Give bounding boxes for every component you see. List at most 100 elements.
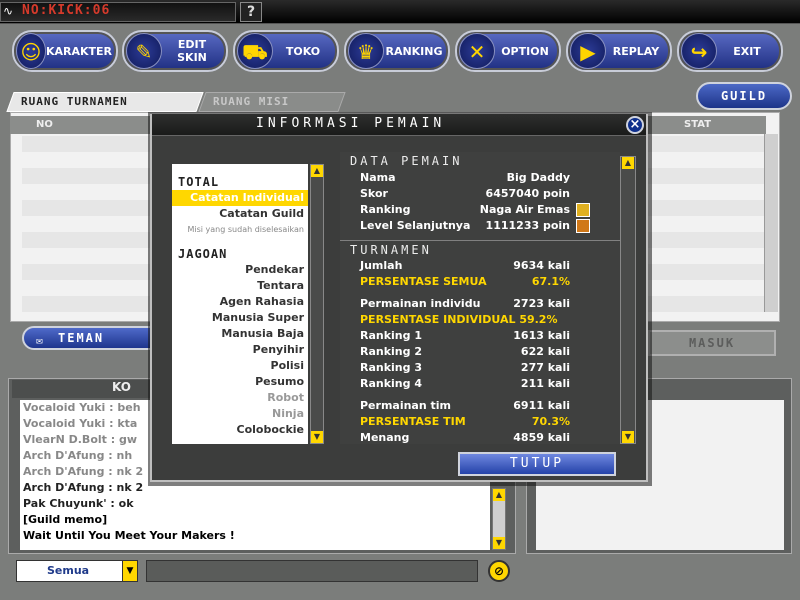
scroll-up-icon[interactable]: ▲ (311, 165, 323, 177)
list-item-catatan-individual[interactable]: Catatan Individual (172, 190, 308, 206)
scroll-up-icon[interactable]: ▲ (622, 157, 634, 169)
toko-label: TOKO (285, 44, 321, 58)
window-title: NO:KICK:06 (22, 3, 111, 18)
player-data: DATA PEMAIN Nama Big Daddy Skor 6457040 po… (340, 152, 620, 444)
scroll-down-icon[interactable]: ▼ (311, 431, 323, 443)
stat-key: Ranking 3 (360, 361, 422, 374)
chevron-down-icon[interactable]: ▼ (122, 561, 137, 581)
data-value: 1111233 poin (485, 219, 570, 232)
list-item-catatan-guild[interactable]: Catatan Guild (172, 206, 308, 222)
list-item-ninja[interactable]: Ninja (172, 406, 308, 422)
ranking-button[interactable]: ♛ RANKING (344, 30, 450, 72)
data-key: Nama (360, 171, 396, 184)
exit-label: EXIT (733, 44, 761, 58)
list-item-manusia-super[interactable]: Manusia Super (172, 310, 308, 326)
stat-key: Permainan tim (360, 399, 452, 412)
tab-ruang-turnamen[interactable]: RUANG TURNAMEN (6, 92, 204, 112)
col-no: NO (36, 119, 53, 130)
camera-icon: ▶ (570, 33, 606, 69)
tab-ruang-misi[interactable]: RUANG MISI (198, 92, 346, 112)
stat-value: 277 kali (520, 361, 570, 374)
room-scrollbar[interactable] (764, 134, 778, 312)
exit-button[interactable]: ↪ EXIT (677, 30, 783, 72)
teman-label: TEMAN (58, 331, 105, 345)
data-key: Level Selanjutnya (360, 219, 471, 232)
close-icon[interactable]: × (626, 116, 644, 134)
stat-row: PERSENTASE TIM 70.3% (340, 414, 620, 430)
wrench-icon: ✕ (459, 33, 495, 69)
stat-key: PERSENTASE TIM (360, 415, 466, 428)
chat-line: [Guild memo] (23, 513, 108, 526)
stat-value: 1613 kali (513, 329, 570, 342)
stat-value: 211 kali (520, 377, 570, 390)
stat-key: Ranking 4 (360, 377, 422, 390)
stat-value: 67.1% (531, 275, 570, 288)
stat-key: Ranking 1 (360, 329, 422, 342)
stat-row: Jumlah 9634 kali (340, 258, 620, 274)
edit-skin-icon: ✎ (126, 33, 162, 69)
rank-badge-icon (576, 203, 590, 217)
next-rank-icon (576, 219, 590, 233)
exit-icon: ↪ (681, 33, 717, 69)
replay-button[interactable]: ▶ REPLAY (566, 30, 672, 72)
chat-line: Wait Until You Meet Your Makers ! (23, 529, 235, 542)
stat-row: PERSENTASE INDIVIDUAL 59.2% (340, 312, 620, 328)
list-item-colobockie[interactable]: Colobockie (172, 422, 308, 438)
stat-value: 4859 kali (513, 431, 570, 444)
data-row: Ranking Naga Air Emas (340, 202, 620, 218)
tab-misi-label: RUANG MISI (213, 95, 290, 108)
send-icon[interactable]: ⊘ (488, 560, 510, 582)
list-item-manusia-baja[interactable]: Manusia Baja (172, 326, 308, 342)
edit-skin-button[interactable]: ✎ EDIT SKIN (122, 30, 228, 72)
list-item-penyihir[interactable]: Penyihir (172, 342, 308, 358)
stat-row: Ranking 4 211 kali (340, 376, 620, 392)
teman-button[interactable]: ✉ TEMAN (22, 326, 152, 350)
stat-row: PERSENTASE SEMUA 67.1% (340, 274, 620, 290)
list-item-agen-rahasia[interactable]: Agen Rahasia (172, 294, 308, 310)
stat-value: 9634 kali (513, 259, 570, 272)
data-key: Ranking (360, 203, 411, 216)
stat-value: 622 kali (520, 345, 570, 358)
karakter-label: KARAKTER (45, 44, 112, 58)
karakter-button[interactable]: ☺ KARAKTER (12, 30, 118, 72)
stat-key: Ranking 2 (360, 345, 422, 358)
jagoan-heading: JAGOAN (178, 247, 228, 261)
stat-row: Permainan tim 6911 kali (340, 398, 620, 414)
list-item-misi[interactable]: Misi yang sudah diselesaikan (172, 222, 308, 238)
ranking-label: RANKING (385, 44, 443, 58)
stat-row: Ranking 3 277 kali (340, 360, 620, 376)
list-item-robot[interactable]: Robot (172, 390, 308, 406)
stat-value: 70.3% (531, 415, 570, 428)
option-button[interactable]: ✕ OPTION (455, 30, 561, 72)
scroll-down-icon[interactable]: ▼ (622, 431, 634, 443)
stat-key: Menang (360, 431, 410, 444)
option-label: OPTION (501, 44, 549, 58)
list-item-pesumo[interactable]: Pesumo (172, 374, 308, 390)
stat-key: Jumlah (360, 259, 403, 272)
tutup-button[interactable]: TUTUP (458, 452, 616, 476)
scroll-up-icon[interactable]: ▲ (493, 489, 505, 501)
data-value: 6457040 poin (485, 187, 570, 200)
list-item-pendekar[interactable]: Pendekar (172, 262, 308, 278)
guild-button[interactable]: GUILD (696, 82, 792, 110)
data-scrollbar[interactable]: ▲ ▼ (620, 156, 636, 444)
list-item-polisi[interactable]: Polisi (172, 358, 308, 374)
help-button[interactable]: ? (240, 2, 262, 22)
stat-value: 2723 kali (513, 297, 570, 310)
stat-key: PERSENTASE INDIVIDUAL 59.2% (360, 313, 558, 326)
stat-value: 6911 kali (513, 399, 570, 412)
masuk-button[interactable]: MASUK (648, 330, 776, 356)
data-row: Level Selanjutnya 1111233 poin (340, 218, 620, 234)
stat-row: Ranking 1 1613 kali (340, 328, 620, 344)
cart-icon: ⛟ (237, 33, 273, 69)
list-item-tentara[interactable]: Tentara (172, 278, 308, 294)
turnamen-heading: TURNAMEN (340, 240, 620, 258)
category-scrollbar[interactable]: ▲ ▼ (310, 164, 324, 444)
channel-select[interactable]: Semua (16, 560, 138, 582)
data-pemain-heading: DATA PEMAIN (350, 154, 463, 168)
data-value: Naga Air Emas (479, 203, 570, 216)
chat-input[interactable] (146, 560, 478, 582)
toko-button[interactable]: ⛟ TOKO (233, 30, 339, 72)
scroll-down-icon[interactable]: ▼ (493, 537, 505, 549)
chat-scrollbar[interactable]: ▲ ▼ (492, 488, 506, 550)
